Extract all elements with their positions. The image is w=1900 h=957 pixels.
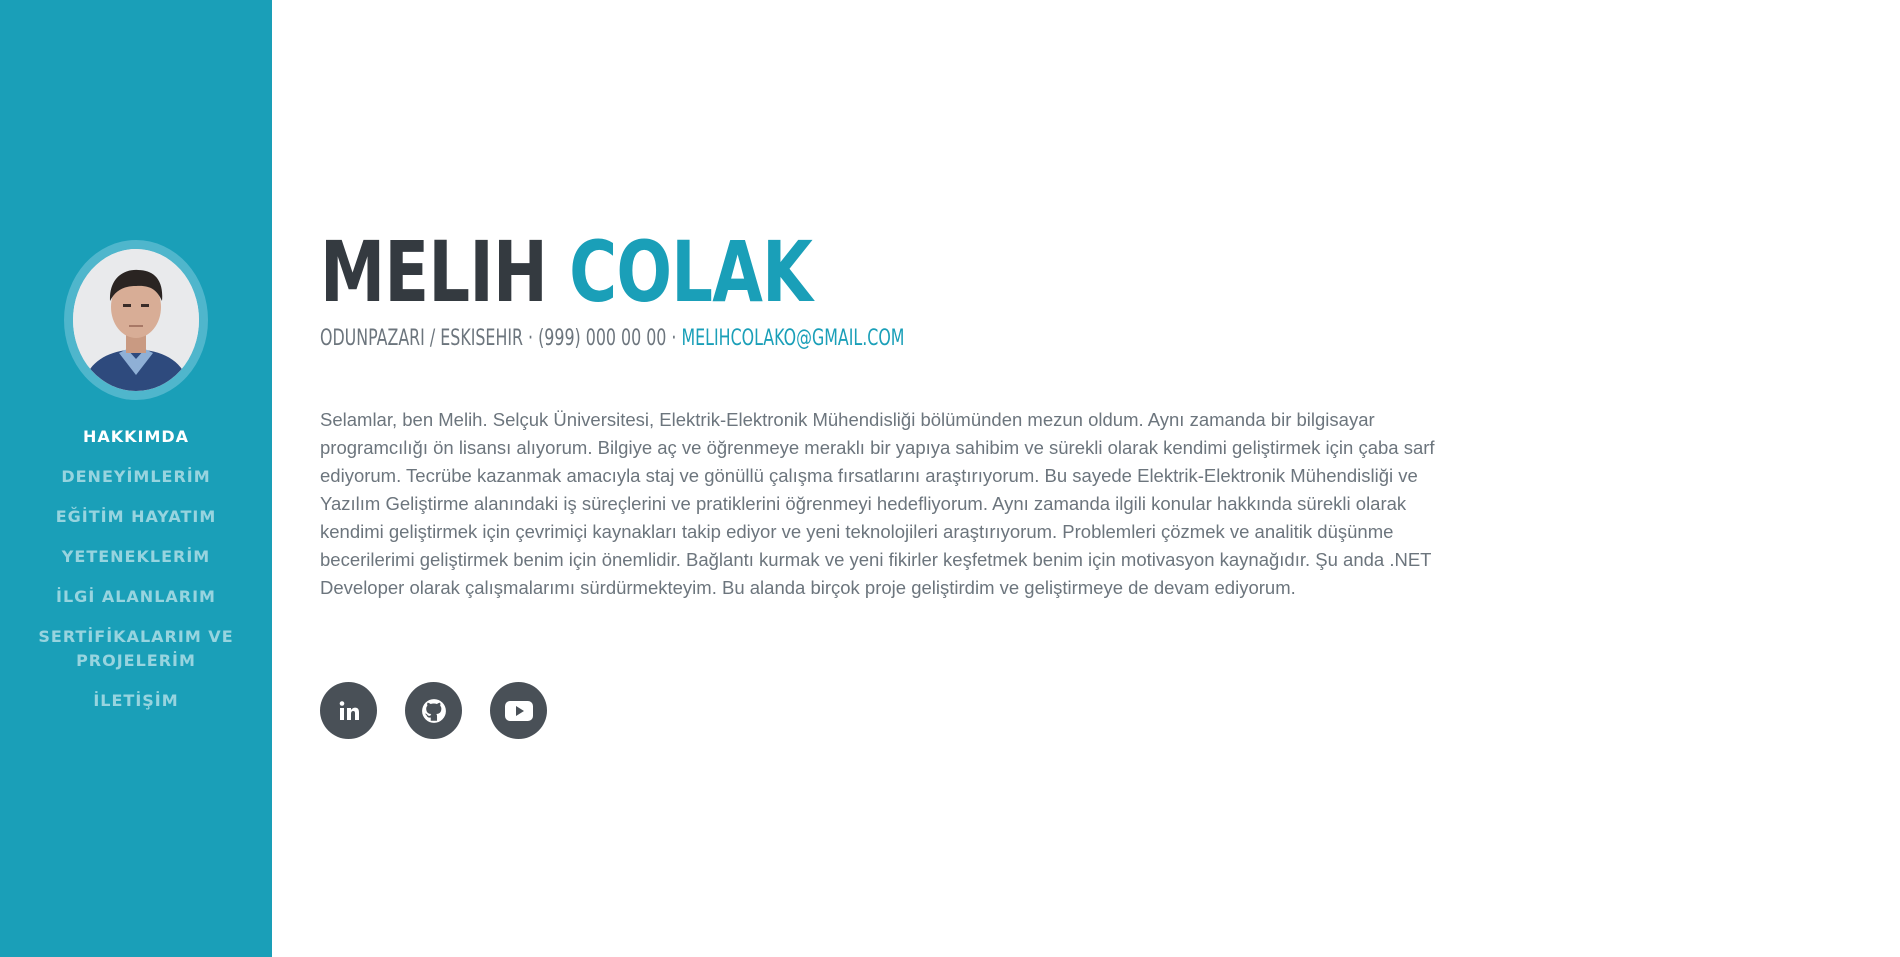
youtube-button[interactable] [490, 682, 547, 739]
nav-item-ilgi-alanlarim[interactable]: İLGİ ALANLARIM [0, 585, 272, 609]
sidebar: HAKKIMDA DENEYİMLERİM EĞİTİM HAYATIM YET… [0, 0, 272, 957]
email-link[interactable]: MELIHCOLAKO@GMAIL.COM [681, 326, 904, 351]
profile-photo [73, 249, 199, 391]
linkedin-icon [337, 699, 361, 723]
nav-item-sertifikalarim-ve-projelerim[interactable]: SERTİFİKALARIM VE PROJELERİM [0, 625, 272, 673]
nav-item-egitim-hayatim[interactable]: EĞİTİM HAYATIM [0, 505, 272, 529]
nav-item-iletisim[interactable]: İLETİŞİM [0, 689, 272, 713]
nav-item-yeteneklerim[interactable]: YETENEKLERİM [0, 545, 272, 569]
contact-subheading: ODUNPAZARI / ESKISEHIR · (999) 000 00 00… [320, 324, 904, 354]
location-phone: ODUNPAZARI / ESKISEHIR · (999) 000 00 00… [320, 326, 682, 351]
social-links [320, 682, 547, 739]
youtube-icon [504, 700, 533, 722]
nav-item-deneyimlerim[interactable]: DENEYİMLERİM [0, 465, 272, 489]
profile-avatar-ring [64, 240, 208, 400]
page-title: MELIH COLAK [320, 222, 813, 322]
last-name: COLAK [569, 223, 813, 321]
linkedin-button[interactable] [320, 682, 377, 739]
first-name: MELIH [320, 223, 548, 321]
github-icon [421, 698, 447, 724]
sidebar-nav: HAKKIMDA DENEYİMLERİM EĞİTİM HAYATIM YET… [0, 425, 272, 729]
github-button[interactable] [405, 682, 462, 739]
profile-avatar [73, 249, 199, 391]
nav-item-hakkimda[interactable]: HAKKIMDA [0, 425, 272, 449]
about-text: Selamlar, ben Melih. Selçuk Üniversitesi… [320, 409, 1435, 598]
